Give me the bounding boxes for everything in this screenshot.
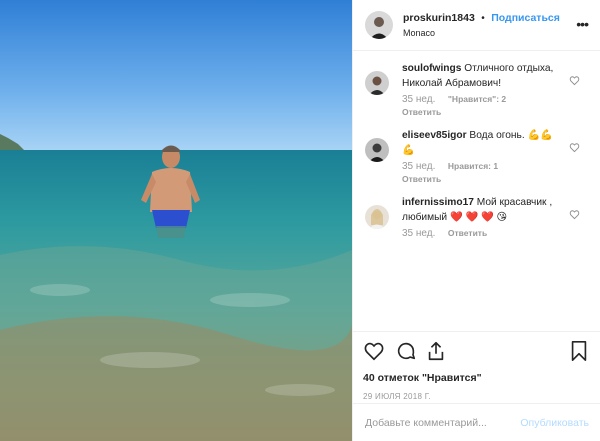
post-date: 29 ИЮЛЯ 2018 Г.: [363, 392, 431, 401]
comment-item: soulofwings Отличного отдыха, Николай Аб…: [365, 61, 588, 118]
comment-username[interactable]: infernissimo17: [402, 197, 474, 208]
likes-count[interactable]: 40 отметок "Нравится": [363, 372, 589, 384]
bookmark-icon[interactable]: [569, 340, 589, 362]
comment-input[interactable]: [365, 416, 505, 429]
commenter-avatar[interactable]: [365, 71, 389, 95]
commenter-avatar[interactable]: [365, 205, 389, 229]
comment-username[interactable]: eliseev85igor: [402, 130, 467, 141]
comment-time[interactable]: 35 нед.: [402, 94, 435, 105]
follow-button[interactable]: Подписаться: [491, 12, 560, 24]
add-comment-bar: Опубликовать: [353, 403, 600, 441]
comment-likes[interactable]: Нравится: 1: [448, 161, 498, 171]
comment-item: infernissimo17 Мой красавчик , любимый ❤…: [365, 195, 588, 240]
like-heart-icon[interactable]: [363, 340, 385, 362]
reply-button[interactable]: Ответить: [448, 228, 487, 238]
post-comment-button[interactable]: Опубликовать: [520, 417, 589, 429]
like-comment-heart-icon[interactable]: [569, 142, 580, 153]
comment-likes[interactable]: "Нравится": 2: [448, 94, 506, 104]
reply-button[interactable]: Ответить: [402, 106, 560, 118]
separator-dot: •: [481, 13, 485, 24]
comment-username[interactable]: soulofwings: [402, 63, 461, 74]
like-comment-heart-icon[interactable]: [569, 209, 580, 220]
reply-button[interactable]: Ответить: [402, 173, 560, 185]
comment-time[interactable]: 35 нед.: [402, 228, 435, 239]
comments-list: soulofwings Отличного отдыха, Николай Аб…: [353, 51, 600, 240]
comment-time[interactable]: 35 нед.: [402, 161, 435, 172]
post-actions: 40 отметок "Нравится" 29 ИЮЛЯ 2018 Г.: [353, 331, 600, 401]
commenter-avatar[interactable]: [365, 138, 389, 162]
comment-item: eliseev85igor Вода огонь. 💪💪💪 35 нед. Нр…: [365, 128, 588, 185]
post-header: proskurin1843 • Подписаться Monaco •••: [353, 0, 600, 51]
comment-bubble-icon[interactable]: [395, 340, 417, 362]
post-photo[interactable]: [0, 0, 352, 441]
author-avatar[interactable]: [365, 11, 393, 39]
author-username[interactable]: proskurin1843: [403, 12, 475, 24]
share-icon[interactable]: [425, 340, 447, 362]
beach-photo-image: [0, 0, 352, 441]
more-horizontal-icon[interactable]: •••: [576, 17, 589, 31]
post-sidebar: proskurin1843 • Подписаться Monaco ••• s…: [352, 0, 600, 441]
post-location[interactable]: Monaco: [403, 26, 560, 40]
like-comment-heart-icon[interactable]: [569, 75, 580, 86]
